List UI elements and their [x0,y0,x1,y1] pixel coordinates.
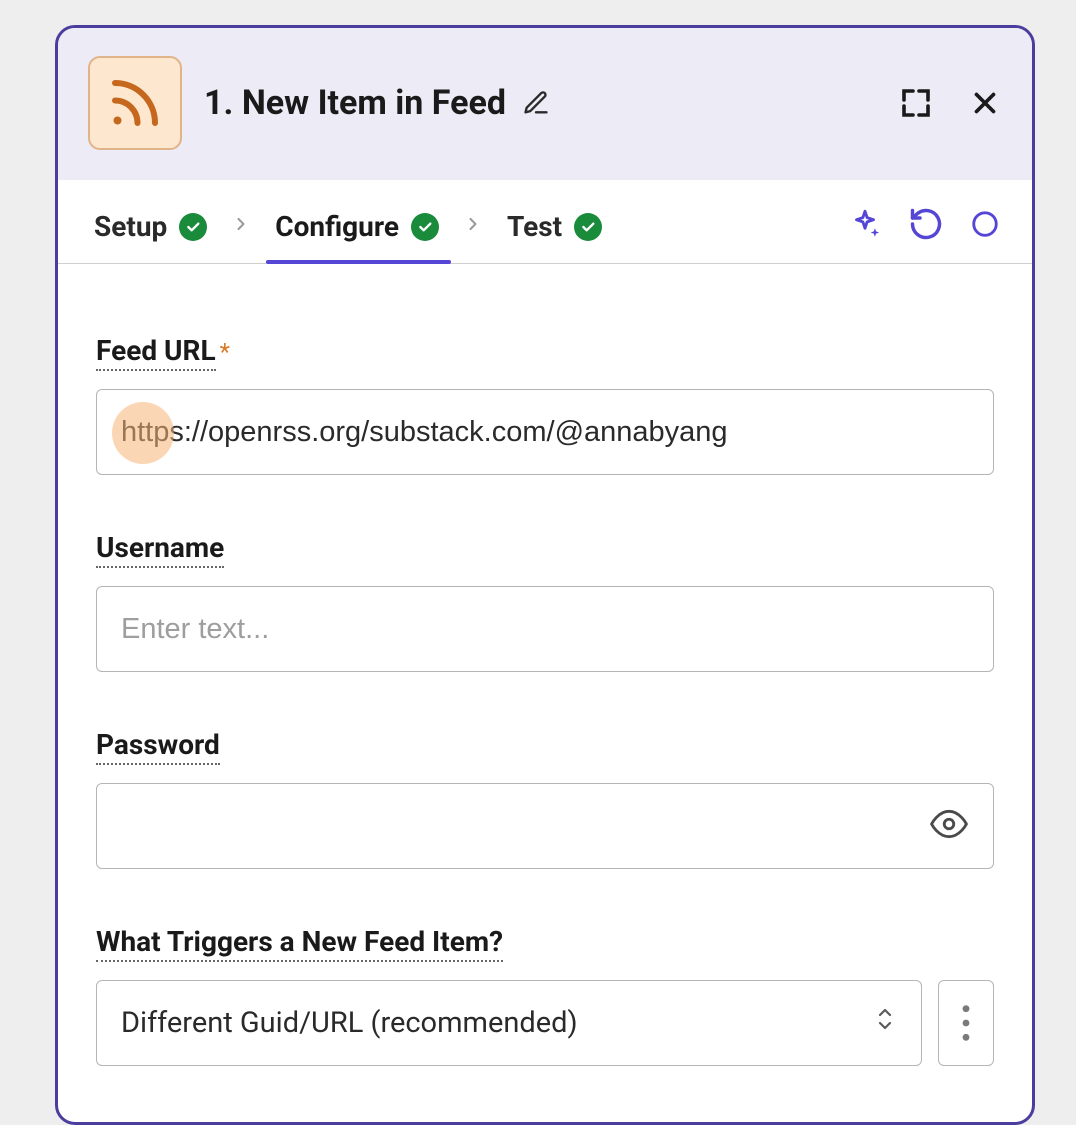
expand-icon[interactable] [898,85,934,121]
trigger-select[interactable]: Different Guid/URL (recommended) [96,980,922,1066]
sparkle-icon[interactable] [848,207,882,241]
rss-icon [88,56,182,150]
close-icon[interactable] [968,86,1002,120]
field-trigger: What Triggers a New Feed Item? Different… [96,925,994,1066]
field-feed-url: Feed URL* [96,334,994,475]
panel-header: 1. New Item in Feed [58,28,1032,180]
password-label: Password [96,728,220,765]
form-body: Feed URL* Username Password [58,264,1032,1125]
config-panel: 1. New Item in Feed Setup [55,25,1035,1125]
eye-icon[interactable] [930,805,968,847]
tab-label: Test [507,210,562,243]
username-label: Username [96,531,224,568]
check-icon [179,213,207,241]
circle-icon[interactable] [970,209,1000,239]
panel-title: 1. New Item in Feed [204,83,506,123]
tabs-row: Setup Configure Test [58,180,1032,264]
required-indicator: * [220,338,230,366]
chevron-up-down-icon [873,1003,897,1043]
chevron-right-icon [229,211,253,251]
username-input[interactable] [96,586,994,672]
feed-url-label: Feed URL [96,334,216,371]
tab-test[interactable]: Test [503,198,606,263]
trigger-label: What Triggers a New Feed Item? [96,925,503,962]
check-icon [411,213,439,241]
tab-configure[interactable]: Configure [271,198,443,263]
tab-label: Configure [275,210,399,243]
more-vertical-icon [961,1003,971,1043]
chevron-right-icon [461,211,485,251]
tab-label: Setup [94,210,167,243]
password-input[interactable] [96,783,994,869]
tab-setup[interactable]: Setup [90,198,211,263]
field-password: Password [96,728,994,869]
trigger-selected-value: Different Guid/URL (recommended) [121,1006,578,1040]
refresh-icon[interactable] [908,206,944,242]
feed-url-input[interactable] [96,389,994,475]
check-icon [574,213,602,241]
edit-icon[interactable] [522,89,550,117]
more-options-button[interactable] [938,980,994,1066]
field-username: Username [96,531,994,672]
